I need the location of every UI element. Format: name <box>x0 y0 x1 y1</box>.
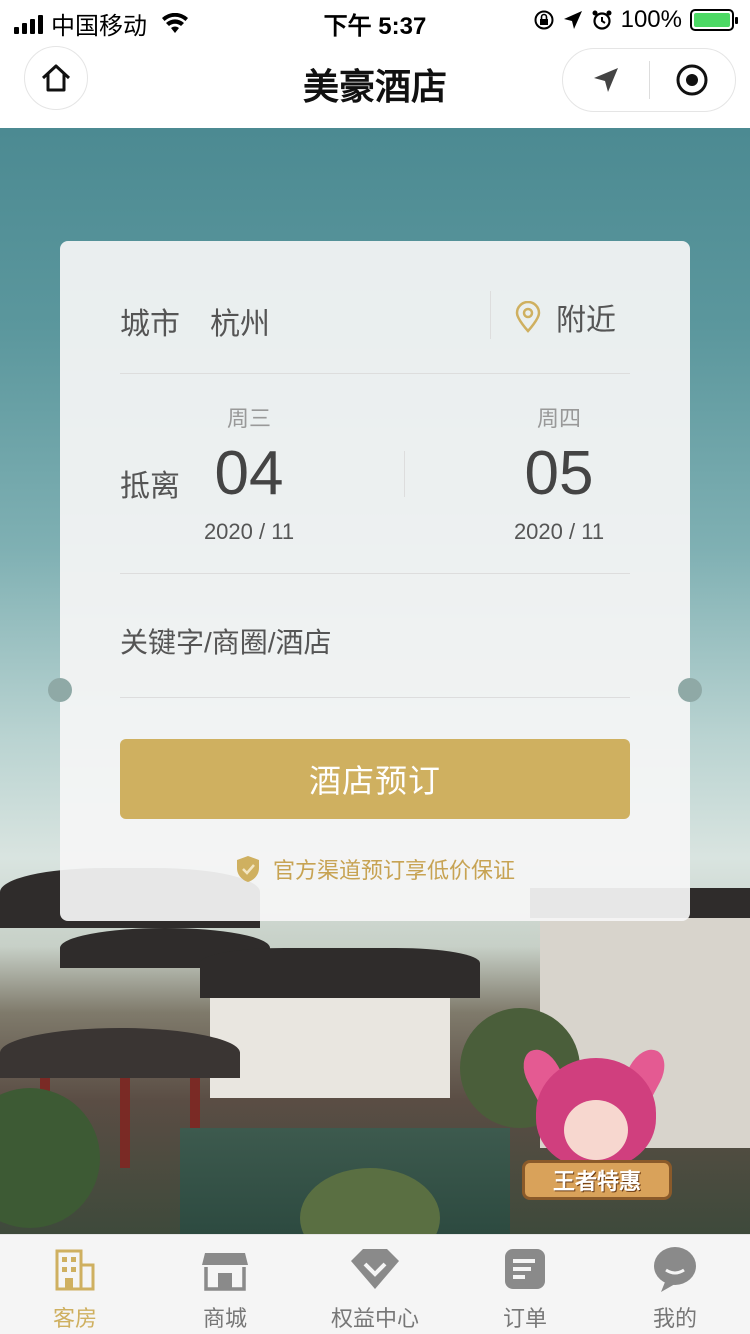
tab-orders[interactable]: 订单 <box>450 1235 600 1334</box>
divider-line <box>120 697 630 698</box>
character-avatar <box>564 1100 628 1160</box>
close-miniprogram-button[interactable] <box>650 49 736 111</box>
navigation-arrow-icon <box>593 68 618 92</box>
shield-check-icon <box>236 856 259 882</box>
nearby-button[interactable]: 附近 <box>514 295 616 339</box>
rotation-lock-icon <box>534 10 554 30</box>
tab-mall[interactable]: 商城 <box>150 1235 300 1334</box>
tab-rooms[interactable]: 客房 <box>0 1235 150 1334</box>
checkin-weekday: 周三 <box>226 406 271 431</box>
card-notch-left <box>48 678 72 702</box>
search-card: 城市 杭州 附近 抵离 周三 04 2020 / 11 周四 05 2020 /… <box>60 241 690 921</box>
status-right: 100% <box>533 6 738 34</box>
checkout-day: 05 <box>524 439 594 508</box>
tab-label: 订单 <box>502 1306 547 1331</box>
checkin-date[interactable]: 周三 04 2020 / 11 <box>184 401 314 545</box>
location-arrow-icon <box>563 11 582 29</box>
capsule-menu <box>562 48 736 112</box>
status-bar: 中国移动 下午 5:37 100% <box>0 0 750 40</box>
price-guarantee: 官方渠道预订享低价保证 <box>60 853 690 885</box>
dates-label: 抵离 <box>120 470 180 503</box>
divider-line <box>120 573 630 574</box>
battery-percent: 100% <box>620 6 682 33</box>
diamond-icon <box>348 1243 402 1295</box>
store-icon <box>198 1243 252 1295</box>
checkout-year-month: 2020 / 11 <box>513 519 605 544</box>
city-divider <box>490 291 491 339</box>
tab-label: 商城 <box>202 1306 247 1331</box>
order-icon <box>498 1243 552 1295</box>
checkin-year-month: 2020 / 11 <box>203 519 295 544</box>
promo-badge[interactable]: 王者特惠 <box>515 1043 676 1208</box>
chat-bubble-icon <box>648 1243 702 1295</box>
dates-row: 抵离 周三 04 2020 / 11 周四 05 2020 / 11 <box>120 391 630 571</box>
date-divider <box>404 451 405 497</box>
location-pin-icon <box>515 301 541 333</box>
target-icon <box>676 64 708 96</box>
tab-label: 我的 <box>652 1306 697 1331</box>
alarm-icon <box>592 10 612 30</box>
tab-benefits[interactable]: 权益中心 <box>300 1235 450 1334</box>
nearby-label: 附近 <box>556 304 616 337</box>
building-icon <box>48 1243 102 1295</box>
location-button[interactable] <box>563 49 649 111</box>
divider-line <box>120 373 630 374</box>
checkin-day: 04 <box>214 439 284 508</box>
checkout-date[interactable]: 周四 05 2020 / 11 <box>494 401 624 545</box>
city-value[interactable]: 杭州 <box>210 299 270 343</box>
tab-label: 权益中心 <box>330 1306 419 1331</box>
promo-label: 王者特惠 <box>522 1160 672 1200</box>
tab-profile[interactable]: 我的 <box>600 1235 750 1334</box>
tab-label: 客房 <box>52 1306 97 1331</box>
card-notch-right <box>678 678 702 702</box>
city-label: 城市 <box>120 308 180 341</box>
city-row[interactable]: 城市 杭州 附近 <box>120 291 630 351</box>
tab-bar: 客房 商城 权益中心 订单 我的 <box>0 1234 750 1334</box>
battery-icon <box>690 9 738 31</box>
nav-bar: 美豪酒店 <box>0 40 750 128</box>
checkout-weekday: 周四 <box>536 406 581 431</box>
keyword-input[interactable]: 关键字/商圈/酒店 <box>120 621 332 661</box>
book-hotel-button[interactable]: 酒店预订 <box>120 739 630 819</box>
guarantee-text: 官方渠道预订享低价保证 <box>272 858 515 883</box>
